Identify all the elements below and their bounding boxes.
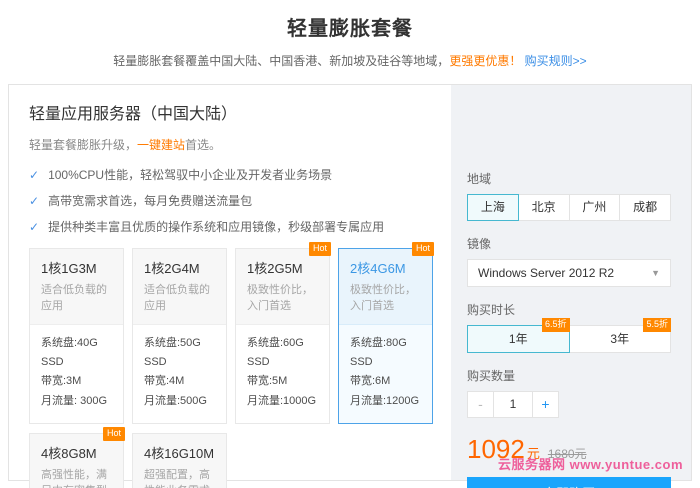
plan-name: 1核2G5M [247,258,318,277]
hot-badge: Hot [103,427,125,441]
check-icon: ✓ [29,220,39,234]
plan-card-1c1g3m[interactable]: Hot 1核1G3M 适合低负载的应用 系统盘:40G SSD 带宽:3M 月流… [29,248,124,424]
region-guangzhou[interactable]: 广州 [569,194,621,221]
quantity-stepper: - 1 + [467,391,671,418]
image-label: 镜像 [467,235,671,252]
plan-card-1c2g4m[interactable]: Hot 1核2G4M 适合低负载的应用 系统盘:50G SSD 带宽:4M 月流… [132,248,227,424]
plan-traffic: 月流量:1200G [350,392,421,411]
plan-card-2c4g6m-selected[interactable]: Hot 2核4G6M 极致性价比，入门首选 系统盘:80G SSD 带宽:6M … [338,248,433,424]
page-subtitle: 轻量膨胀套餐覆盖中国大陆、中国香港、新加坡及硅谷等地域，更强更优惠！ 购买规则>… [0,52,700,69]
region-chengdu[interactable]: 成都 [619,194,671,221]
purchase-rules-link[interactable]: 购买规则>> [525,54,587,68]
discount-badge: 5.5折 [643,318,671,332]
hot-badge: Hot [412,242,434,256]
subtitle-promo: 更强更优惠！ [449,54,521,68]
plan-desc: 适合低负载的应用 [144,283,215,315]
hot-badge: Hot [309,242,331,256]
plan-traffic: 月流量: 300G [41,392,112,411]
check-icon: ✓ [29,194,39,208]
region-group: 上海 北京 广州 成都 [467,194,671,221]
plan-bandwidth: 带宽:6M [350,372,421,391]
quantity-label: 购买数量 [467,367,671,384]
panel-title: 轻量应用服务器（中国大陆） [29,100,433,124]
server-panel: 轻量应用服务器（中国大陆） 轻量套餐膨胀升级，一键建站首选。 ✓100%CPU性… [9,85,451,480]
watermark: 云服务器网 www.yuntue.com [498,454,683,473]
page-title: 轻量膨胀套餐 [0,0,700,41]
plan-bandwidth: 带宽:4M [144,372,215,391]
panel-tagline: 轻量套餐膨胀升级，一键建站首选。 [29,136,433,153]
plan-disk: 系统盘:50G SSD [144,334,215,373]
duration-group: 1年 6.5折 3年 5.5折 [467,325,671,353]
buy-now-button[interactable]: 立即购买 [467,477,671,488]
plan-card-1c2g5m[interactable]: Hot 1核2G5M 极致性价比，入门首选 系统盘:60G SSD 带宽:5M … [235,248,330,424]
plan-disk: 系统盘:60G SSD [247,334,318,373]
image-select-value: Windows Server 2012 R2 [478,260,614,286]
duration-label: 购买时长 [467,301,671,318]
plan-disk: 系统盘:80G SSD [350,334,421,373]
purchase-config-panel: 地域 上海 北京 广州 成都 镜像 Windows Server 2012 R2… [451,85,691,480]
plan-traffic: 月流量:500G [144,392,215,411]
duration-3year[interactable]: 3年 5.5折 [569,325,672,353]
plan-traffic: 月流量:1000G [247,392,318,411]
subtitle-text: 轻量膨胀套餐覆盖中国大陆、中国香港、新加坡及硅谷等地域， [113,54,449,68]
tagline-highlight: 一键建站 [137,138,185,152]
plan-name: 2核4G6M [350,258,421,277]
plan-disk: 系统盘:40G SSD [41,334,112,373]
discount-badge: 6.5折 [542,318,570,332]
quantity-value[interactable]: 1 [493,391,533,418]
plan-desc: 适合低负载的应用 [41,283,112,315]
plan-name: 1核1G3M [41,258,112,277]
plan-desc: 极致性价比，入门首选 [350,283,421,315]
plan-name: 4核16G10M [144,443,215,462]
region-shanghai[interactable]: 上海 [467,194,519,221]
plan-card-4c16g10m[interactable]: Hot 4核16G10M 超强配置，高性能业务需求首选 系统盘:120G SSD… [132,433,227,488]
quantity-minus-button[interactable]: - [467,391,494,418]
plan-desc: 超强配置，高性能业务需求首选 [144,468,215,488]
plan-desc: 高强性能，满足内存密集型应用 [41,468,112,488]
region-label: 地域 [467,170,671,187]
region-beijing[interactable]: 北京 [518,194,570,221]
duration-1year[interactable]: 1年 6.5折 [467,325,570,353]
feature-list: ✓100%CPU性能，轻松驾驭中小企业及开发者业务场景 ✓高带宽需求首选，每月免… [29,166,433,235]
image-select[interactable]: Windows Server 2012 R2 ▼ [467,259,671,287]
plan-card-4c8g8m[interactable]: Hot 4核8G8M 高强性能，满足内存密集型应用 系统盘:100G SSD 带… [29,433,124,488]
feature-item: ✓100%CPU性能，轻松驾驭中小企业及开发者业务场景 [29,166,433,183]
plan-name: 4核8G8M [41,443,112,462]
plan-grid: Hot 1核1G3M 适合低负载的应用 系统盘:40G SSD 带宽:3M 月流… [29,248,433,488]
main-container: 轻量应用服务器（中国大陆） 轻量套餐膨胀升级，一键建站首选。 ✓100%CPU性… [8,84,692,481]
plan-bandwidth: 带宽:3M [41,372,112,391]
feature-item: ✓高带宽需求首选，每月免费赠送流量包 [29,192,433,209]
plan-bandwidth: 带宽:5M [247,372,318,391]
chevron-down-icon: ▼ [651,260,660,286]
feature-item: ✓提供种类丰富且优质的操作系统和应用镜像，秒级部署专属应用 [29,218,433,235]
plan-desc: 极致性价比，入门首选 [247,283,318,315]
plan-name: 1核2G4M [144,258,215,277]
quantity-plus-button[interactable]: + [532,391,559,418]
check-icon: ✓ [29,168,39,182]
